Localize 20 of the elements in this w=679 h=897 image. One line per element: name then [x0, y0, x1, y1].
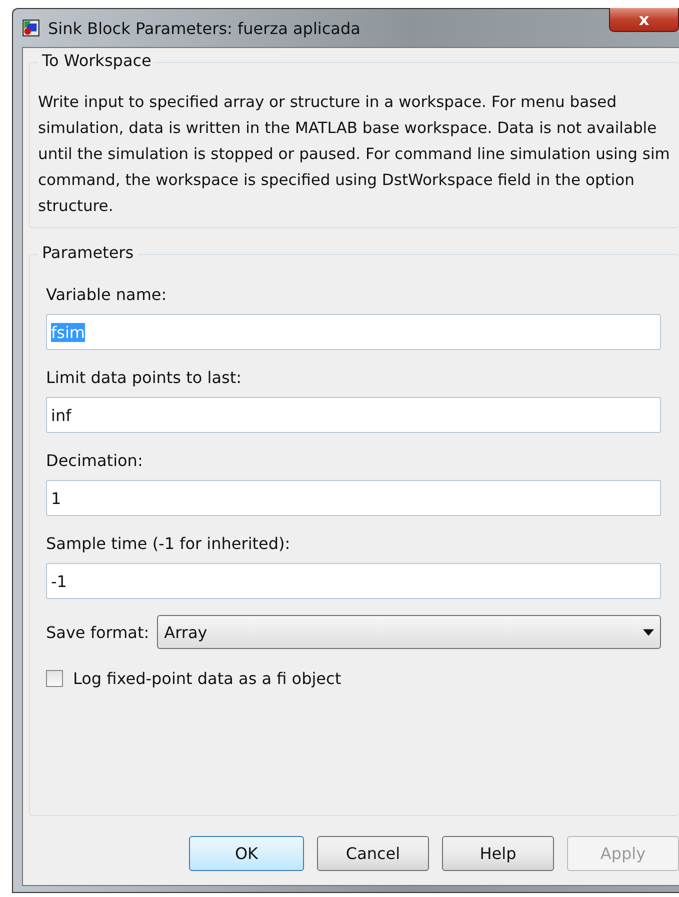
dialog-button[interactable]: Help [442, 836, 554, 871]
input-field[interactable]: -1 [46, 563, 661, 599]
dialog-button[interactable]: OK [189, 836, 304, 871]
block-icon [22, 19, 40, 37]
description-text: Write input to specified array or structure in a workspace. For menu based simulation, data is written in the MATLAB base workspace. Data is not available until the simulation is stopped or paused. For command line simulation using sim command, the workspace is specified using DstWorkspace field in the option structure. [38, 92, 671, 217]
field-label: Limit data points to last: [46, 368, 242, 387]
caret-icon [643, 628, 654, 636]
field-label: Variable name: [46, 285, 168, 304]
dialog-button[interactable]: Cancel [317, 836, 429, 871]
checkbox-label: Log fixed-point data as a fi object [73, 669, 342, 688]
dropdown[interactable]: Array [157, 615, 661, 649]
input-field[interactable]: inf [46, 397, 661, 433]
group-title: To Workspace [38, 51, 156, 70]
input-field[interactable]: 1 [46, 480, 661, 516]
field-label: Decimation: [46, 451, 144, 470]
field-label: Save format: [46, 622, 150, 642]
window-title: Sink Block Parameters: fuerza aplicada [48, 18, 360, 38]
checkbox[interactable] [46, 670, 63, 687]
field-label: Sample time (-1 for inherited): [46, 534, 292, 553]
close-button[interactable]: x [609, 8, 679, 32]
